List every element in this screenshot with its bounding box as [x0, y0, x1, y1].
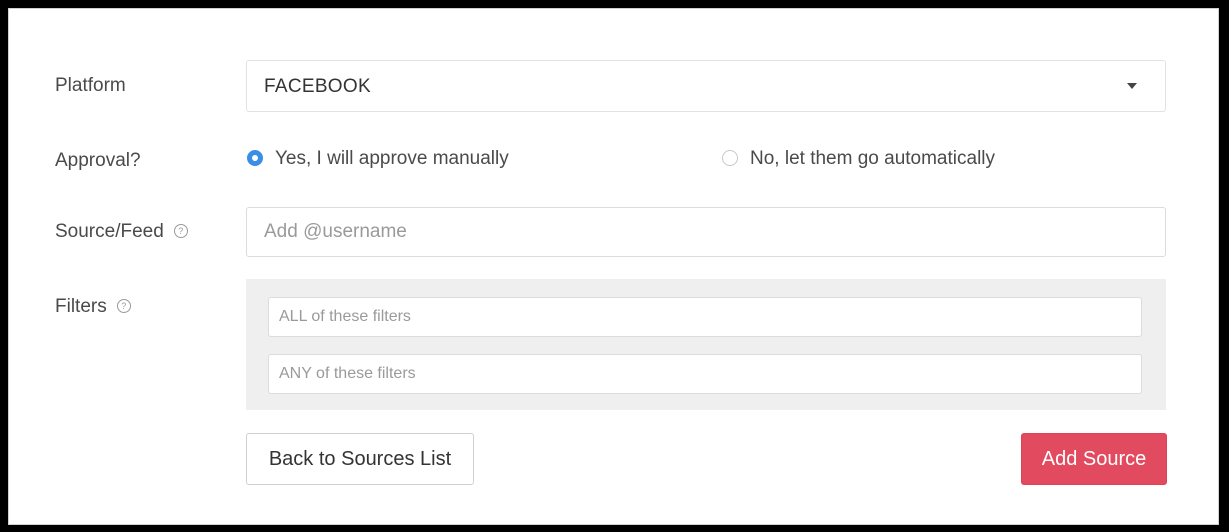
platform-select[interactable]: FACEBOOK [246, 60, 1166, 112]
filters-panel [246, 279, 1166, 410]
help-circle-icon[interactable]: ? [173, 224, 188, 238]
approval-option-manual[interactable]: Yes, I will approve manually [247, 148, 509, 170]
approval-option-manual-label: Yes, I will approve manually [275, 148, 509, 169]
any-filters-input[interactable] [268, 354, 1142, 394]
source-feed-label-text: Source/Feed [55, 221, 164, 242]
caret-down-icon [1127, 83, 1137, 89]
help-circle-icon[interactable]: ? [116, 299, 131, 313]
add-source-button[interactable]: Add Source [1021, 433, 1167, 485]
add-source-form: Platform FACEBOOK Approval? Yes, I will … [8, 8, 1219, 525]
source-username-input[interactable] [246, 207, 1166, 257]
radio-checked-icon[interactable] [247, 150, 263, 166]
source-feed-label: Source/Feed? [55, 221, 188, 243]
radio-unchecked-icon[interactable] [722, 150, 738, 166]
filters-label: Filters? [55, 296, 131, 318]
approval-label: Approval? [55, 150, 141, 171]
platform-label: Platform [55, 75, 126, 96]
filters-label-text: Filters [55, 296, 107, 317]
back-to-sources-button[interactable]: Back to Sources List [246, 433, 474, 485]
all-filters-input[interactable] [268, 297, 1142, 337]
approval-option-automatic[interactable]: No, let them go automatically [722, 148, 995, 170]
platform-selected-value: FACEBOOK [264, 76, 371, 97]
approval-option-automatic-label: No, let them go automatically [750, 148, 996, 169]
